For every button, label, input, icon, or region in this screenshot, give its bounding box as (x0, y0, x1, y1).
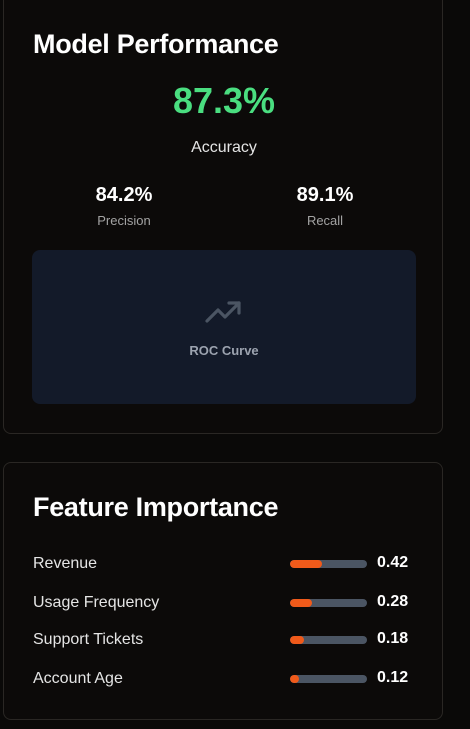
precision-value: 84.2% (95, 184, 153, 206)
model-performance-title: Model Performance (33, 29, 279, 59)
recall-value: 89.1% (296, 184, 354, 206)
importance-bar (290, 636, 367, 644)
feature-name: Support Tickets (33, 631, 144, 648)
feature-row: Usage Frequency 0.28 (33, 592, 423, 614)
roc-curve-label: ROC Curve (189, 343, 259, 358)
importance-bar (290, 560, 367, 568)
feature-row: Account Age 0.12 (33, 668, 423, 690)
roc-curve-panel[interactable]: ROC Curve (32, 250, 416, 404)
trending-up-icon (205, 301, 241, 323)
accuracy-label: Accuracy (191, 139, 257, 156)
feature-row: Support Tickets 0.18 (33, 629, 423, 651)
importance-bar-fill (290, 675, 300, 683)
feature-importance-value: 0.18 (377, 630, 409, 647)
feature-importance-value: 0.12 (377, 669, 409, 686)
feature-name: Usage Frequency (33, 594, 160, 611)
importance-bar-fill (290, 560, 323, 568)
accuracy-value: 87.3% (172, 80, 276, 121)
feature-importance-value: 0.42 (377, 554, 409, 571)
precision-metric: 84.2% Precision (44, 183, 204, 229)
feature-importance-title: Feature Importance (33, 492, 279, 522)
importance-bar (290, 675, 367, 683)
feature-importance-card: Feature Importance Revenue 0.42 Usage Fr… (3, 462, 443, 720)
feature-row: Revenue 0.42 (33, 553, 423, 575)
precision-label: Precision (97, 213, 151, 228)
model-performance-card: Model Performance 87.3% Accuracy 84.2% P… (3, 0, 443, 434)
importance-bar (290, 599, 367, 607)
feature-importance-value: 0.28 (377, 593, 409, 610)
feature-name: Account Age (33, 670, 123, 687)
recall-metric: 89.1% Recall (245, 183, 405, 229)
importance-bar-fill (290, 636, 304, 644)
importance-bar-fill (290, 599, 312, 607)
feature-name: Revenue (33, 555, 98, 572)
recall-label: Recall (306, 213, 344, 228)
